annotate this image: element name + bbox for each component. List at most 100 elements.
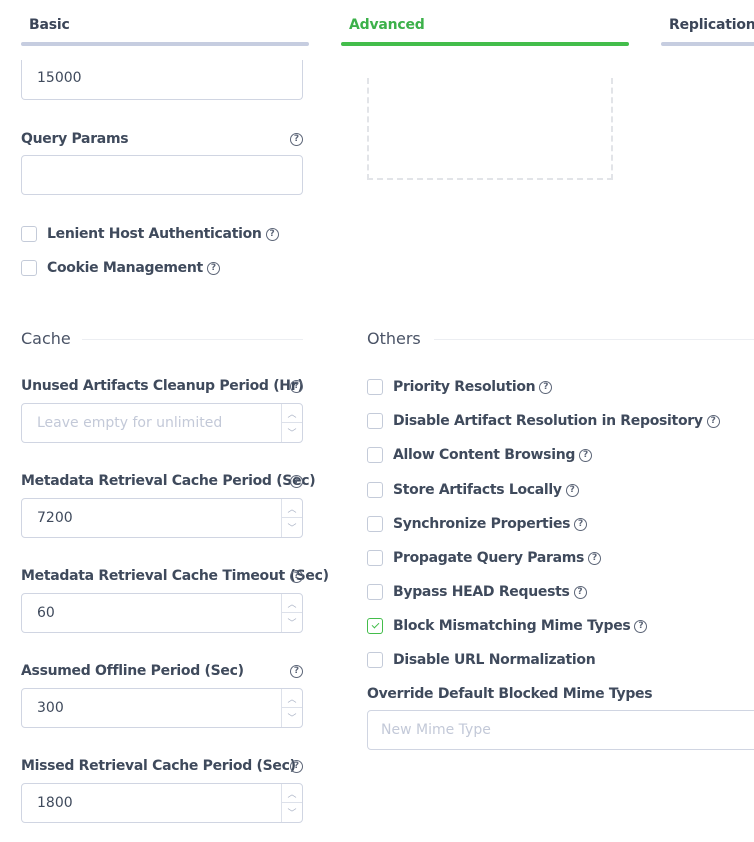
disable-url-normalization-checkbox-row[interactable]: Disable URL Normalization bbox=[367, 652, 596, 668]
propagate-query-params-checkbox-row[interactable]: Propagate Query Params ? bbox=[367, 550, 602, 566]
allow-content-browsing-checkbox[interactable] bbox=[367, 447, 383, 463]
query-params-input[interactable] bbox=[21, 155, 303, 195]
allow-content-browsing-checkbox-row[interactable]: Allow Content Browsing ? bbox=[367, 447, 593, 463]
spin-up-icon[interactable]: ︿ bbox=[282, 404, 302, 423]
metadata-cache-timeout-label: Metadata Retrieval Cache Timeout (Sec) bbox=[21, 568, 329, 584]
cookie-management-checkbox[interactable] bbox=[21, 260, 37, 276]
help-icon[interactable]: ? bbox=[574, 517, 588, 531]
disable-url-normalization-checkbox[interactable] bbox=[367, 652, 383, 668]
help-icon[interactable]: ? bbox=[579, 448, 593, 462]
disable-artifact-resolution-label: Disable Artifact Resolution in Repositor… bbox=[393, 413, 703, 429]
socket-timeout-input[interactable]: 15000 bbox=[21, 60, 303, 100]
spin-up-icon[interactable]: ︿ bbox=[282, 499, 302, 518]
store-artifacts-locally-checkbox-row[interactable]: Store Artifacts Locally ? bbox=[367, 482, 579, 498]
assumed-offline-period-input[interactable]: 300 ︿ ﹀ bbox=[21, 688, 303, 728]
others-section-divider bbox=[434, 339, 754, 340]
bypass-head-requests-checkbox-row[interactable]: Bypass HEAD Requests ? bbox=[367, 584, 587, 600]
spin-up-icon[interactable]: ︿ bbox=[282, 784, 302, 803]
propagate-query-params-checkbox[interactable] bbox=[367, 550, 383, 566]
tab-advanced[interactable]: Advanced bbox=[341, 0, 629, 46]
priority-resolution-label: Priority Resolution bbox=[393, 379, 536, 395]
store-artifacts-locally-label: Store Artifacts Locally bbox=[393, 482, 562, 498]
help-icon[interactable]: ? bbox=[573, 585, 587, 599]
query-params-label: Query Params bbox=[21, 131, 129, 147]
lenient-host-auth-checkbox-row[interactable]: Lenient Host Authentication ? bbox=[21, 226, 279, 242]
new-mime-type-input[interactable]: New Mime Type bbox=[367, 710, 754, 750]
tab-replications[interactable]: Replications bbox=[661, 0, 754, 46]
help-icon[interactable]: ? bbox=[634, 619, 648, 633]
synchronize-properties-checkbox-row[interactable]: Synchronize Properties ? bbox=[367, 516, 588, 532]
help-icon[interactable]: ? bbox=[290, 665, 303, 678]
store-artifacts-locally-checkbox[interactable] bbox=[367, 482, 383, 498]
cache-section-title: Cache bbox=[21, 329, 71, 348]
synchronize-properties-checkbox[interactable] bbox=[367, 516, 383, 532]
assumed-offline-period-label: Assumed Offline Period (Sec) bbox=[21, 663, 244, 679]
propagate-query-params-label: Propagate Query Params bbox=[393, 550, 585, 566]
help-icon[interactable]: ? bbox=[290, 380, 303, 393]
disable-artifact-resolution-checkbox[interactable] bbox=[367, 413, 383, 429]
block-mismatching-mime-types-label: Block Mismatching Mime Types bbox=[393, 618, 631, 634]
tab-advanced-label: Advanced bbox=[349, 17, 425, 33]
priority-resolution-checkbox[interactable] bbox=[367, 379, 383, 395]
cookie-management-checkbox-row[interactable]: Cookie Management ? bbox=[21, 260, 220, 276]
spin-down-icon[interactable]: ﹀ bbox=[282, 518, 302, 537]
tab-replications-underline bbox=[661, 42, 754, 46]
synchronize-properties-label: Synchronize Properties bbox=[393, 516, 571, 532]
priority-resolution-checkbox-row[interactable]: Priority Resolution ? bbox=[367, 379, 553, 395]
spin-down-icon[interactable]: ﹀ bbox=[282, 803, 302, 822]
help-icon[interactable]: ? bbox=[290, 570, 303, 583]
unused-artifacts-cleanup-placeholder: Leave empty for unlimited bbox=[37, 415, 223, 431]
unused-artifacts-cleanup-label: Unused Artifacts Cleanup Period (Hr) bbox=[21, 378, 304, 394]
number-spinner: ︿ ﹀ bbox=[281, 499, 302, 537]
spin-down-icon[interactable]: ﹀ bbox=[282, 613, 302, 632]
others-section-title: Others bbox=[367, 329, 421, 348]
metadata-cache-period-input[interactable]: 7200 ︿ ﹀ bbox=[21, 498, 303, 538]
disable-artifact-resolution-checkbox-row[interactable]: Disable Artifact Resolution in Repositor… bbox=[367, 413, 720, 429]
block-mismatching-mime-types-checkbox-row[interactable]: Block Mismatching Mime Types ? bbox=[367, 618, 648, 634]
help-icon[interactable]: ? bbox=[206, 261, 220, 275]
help-icon[interactable]: ? bbox=[290, 475, 303, 488]
block-mismatching-mime-types-checkbox[interactable] bbox=[367, 618, 383, 634]
tab-advanced-underline bbox=[341, 42, 629, 46]
tab-basic-underline bbox=[21, 42, 309, 46]
socket-timeout-value: 15000 bbox=[37, 70, 82, 86]
spin-up-icon[interactable]: ︿ bbox=[282, 689, 302, 708]
disable-url-normalization-label: Disable URL Normalization bbox=[393, 652, 596, 668]
number-spinner: ︿ ﹀ bbox=[281, 404, 302, 442]
spin-down-icon[interactable]: ﹀ bbox=[282, 708, 302, 727]
metadata-cache-timeout-value: 60 bbox=[37, 605, 55, 621]
metadata-cache-timeout-input[interactable]: 60 ︿ ﹀ bbox=[21, 593, 303, 633]
metadata-cache-period-value: 7200 bbox=[37, 510, 73, 526]
cache-section-divider bbox=[82, 339, 303, 340]
help-icon[interactable]: ? bbox=[565, 483, 579, 497]
lenient-host-auth-label: Lenient Host Authentication bbox=[47, 226, 262, 242]
dropzone-area bbox=[367, 78, 613, 180]
help-icon[interactable]: ? bbox=[290, 133, 303, 146]
help-icon[interactable]: ? bbox=[539, 380, 553, 394]
allow-content-browsing-label: Allow Content Browsing bbox=[393, 447, 576, 463]
missed-retrieval-cache-period-label: Missed Retrieval Cache Period (Sec) bbox=[21, 758, 296, 774]
number-spinner: ︿ ﹀ bbox=[281, 784, 302, 822]
cookie-management-label: Cookie Management bbox=[47, 260, 203, 276]
help-icon[interactable]: ? bbox=[290, 760, 303, 773]
unused-artifacts-cleanup-input[interactable]: Leave empty for unlimited ︿ ﹀ bbox=[21, 403, 303, 443]
lenient-host-auth-checkbox[interactable] bbox=[21, 226, 37, 242]
spin-up-icon[interactable]: ︿ bbox=[282, 594, 302, 613]
number-spinner: ︿ ﹀ bbox=[281, 689, 302, 727]
missed-retrieval-cache-period-value: 1800 bbox=[37, 795, 73, 811]
bypass-head-requests-label: Bypass HEAD Requests bbox=[393, 584, 570, 600]
metadata-cache-period-label: Metadata Retrieval Cache Period (Sec) bbox=[21, 473, 316, 489]
assumed-offline-period-value: 300 bbox=[37, 700, 64, 716]
number-spinner: ︿ ﹀ bbox=[281, 594, 302, 632]
help-icon[interactable]: ? bbox=[588, 551, 602, 565]
missed-retrieval-cache-period-input[interactable]: 1800 ︿ ﹀ bbox=[21, 783, 303, 823]
bypass-head-requests-checkbox[interactable] bbox=[367, 584, 383, 600]
spin-down-icon[interactable]: ﹀ bbox=[282, 423, 302, 442]
help-icon[interactable]: ? bbox=[706, 414, 720, 428]
tab-basic[interactable]: Basic bbox=[21, 0, 309, 46]
tab-replications-label: Replications bbox=[669, 17, 754, 33]
new-mime-type-placeholder: New Mime Type bbox=[381, 722, 491, 738]
help-icon[interactable]: ? bbox=[265, 227, 279, 241]
tab-basic-label: Basic bbox=[29, 17, 70, 33]
override-blocked-mime-types-label: Override Default Blocked Mime Types bbox=[367, 686, 653, 702]
